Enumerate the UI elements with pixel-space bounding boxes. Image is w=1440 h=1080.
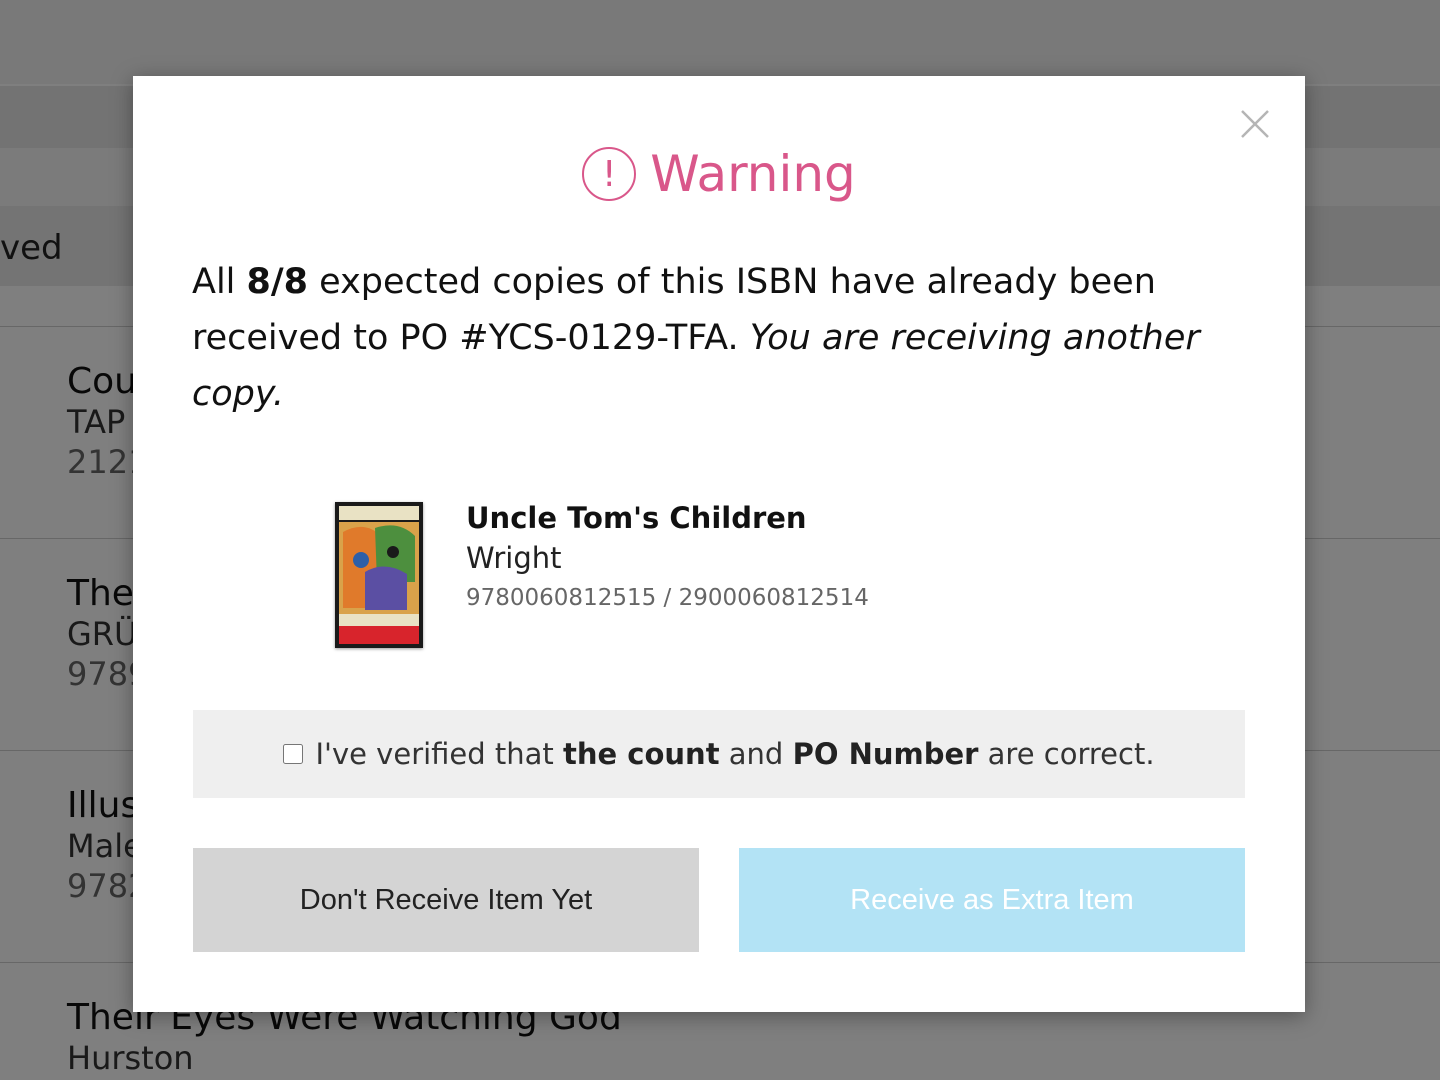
book-title: Uncle Tom's Children xyxy=(466,501,807,535)
modal-title: Warning xyxy=(650,145,856,203)
verify-text: are correct. xyxy=(978,737,1155,771)
warning-message: All 8/8 expected copies of this ISBN hav… xyxy=(192,254,1252,422)
book-isbns: 9780060812515 / 2900060812514 xyxy=(466,585,869,611)
exclamation-circle-icon: ! xyxy=(582,147,637,201)
verify-emphasis: the count xyxy=(563,737,720,771)
message-count: 8/8 xyxy=(246,262,309,302)
verify-checkbox[interactable] xyxy=(283,744,304,764)
dont-receive-button[interactable]: Don't Receive Item Yet xyxy=(193,848,699,952)
verify-text: and xyxy=(719,737,793,771)
close-icon xyxy=(1241,110,1269,138)
verify-confirmation[interactable]: I've verified that the count and PO Numb… xyxy=(193,710,1245,798)
message-text: All xyxy=(192,262,247,302)
modal-header: ! Warning xyxy=(133,142,1305,206)
book-cover-image xyxy=(335,502,423,648)
verify-emphasis: PO Number xyxy=(792,737,979,771)
warning-modal: ! Warning All 8/8 expected copies of thi… xyxy=(133,76,1305,1012)
receive-extra-button[interactable]: Receive as Extra Item xyxy=(739,848,1245,952)
close-button[interactable] xyxy=(1239,108,1271,140)
verify-label: I've verified that the count and PO Numb… xyxy=(315,737,1154,771)
verify-text: I've verified that xyxy=(315,737,564,771)
book-author: Wright xyxy=(466,541,562,575)
book-details: Uncle Tom's Children Wright 978006081251… xyxy=(466,498,869,618)
